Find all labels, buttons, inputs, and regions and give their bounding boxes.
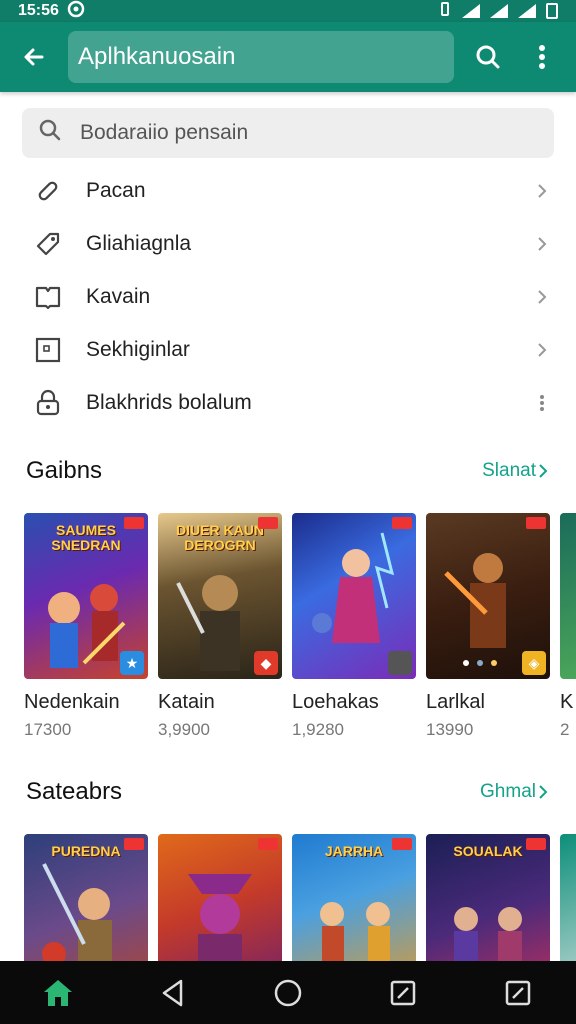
star-icon: ★ (120, 651, 144, 675)
game-count: 13990 (426, 720, 474, 739)
games-see-all-label: Slanat (482, 460, 536, 481)
menu-item-pacan[interactable]: Pacan (0, 164, 576, 217)
games-section-header: Gaibns Slanat (0, 457, 576, 485)
game-name: Katain (158, 691, 215, 713)
game-thumbnail (292, 513, 416, 679)
stars-section-header: Sateabrs Ghmal (0, 778, 576, 806)
stars-section-title: Sateabrs (26, 778, 123, 805)
lock-icon (34, 389, 62, 417)
game-thumbnail: ◈ (426, 513, 550, 679)
signal-2-icon (518, 4, 536, 18)
menu-item-label: Kavain (86, 284, 151, 308)
system-nav-bar (0, 961, 576, 1024)
game-card[interactable]: Loehakas 1,9280 (292, 513, 416, 740)
menu-item-gliahiagnla[interactable]: Gliahiagnla (0, 217, 576, 270)
chevron-right-icon (539, 785, 548, 799)
square-icon (388, 651, 412, 675)
menu-item-label: Blakhrids bolalum (86, 390, 252, 414)
back-arrow-icon[interactable] (14, 37, 54, 77)
home-icon[interactable] (28, 968, 88, 1018)
wifi-icon (462, 4, 480, 18)
game-thumbnail: SAUMES SNEDRAN ★ (24, 513, 148, 679)
trophy-icon: ◈ (522, 651, 546, 675)
vibrate-icon (438, 1, 452, 22)
game-card[interactable]: DIUER KAUN DEROGRN ◆ Katain 3,9900 (158, 513, 282, 740)
game-name: Nedenkain (24, 691, 120, 713)
menu-item-kavain[interactable]: Kavain (0, 270, 576, 323)
search-placeholder: Bodaraiio pensain (80, 121, 249, 144)
menu-item-sekhiginlar[interactable]: Sekhiginlar (0, 323, 576, 376)
stars-see-all-link[interactable]: Ghmal (480, 781, 548, 803)
more-vert-icon[interactable] (522, 37, 562, 77)
signal-icon (490, 4, 508, 18)
status-time: 15:56 (18, 2, 59, 19)
menu-list: Pacan Gliahiagnla Kavain Sekhiginlar Bla… (0, 164, 576, 429)
tag-icon (34, 230, 62, 258)
image-icon (34, 336, 62, 364)
game-thumbnail: DIUER KAUN DEROGRN ◆ (158, 513, 282, 679)
search-field-icon (38, 118, 62, 148)
chevron-right-icon (532, 342, 552, 358)
chevron-right-icon (532, 289, 552, 305)
stars-see-all-label: Ghmal (480, 781, 536, 802)
chevron-right-icon (532, 236, 552, 252)
edit-square-icon[interactable] (488, 968, 548, 1018)
flag-icon: ◆ (254, 651, 278, 675)
status-bar: 15:56 (0, 0, 576, 22)
book-icon (34, 283, 62, 311)
search-icon[interactable] (468, 37, 508, 77)
chevron-right-icon (532, 183, 552, 199)
more-dots-icon[interactable] (532, 394, 552, 412)
link-icon (34, 177, 62, 205)
game-card[interactable]: ◈ Larlkal 13990 (426, 513, 550, 740)
menu-item-blakhrids-bolalum[interactable]: Blakhrids bolalum (0, 376, 576, 429)
games-section-title: Gaibns (26, 457, 103, 484)
battery-icon (546, 3, 558, 19)
notification-icon (67, 0, 85, 23)
game-count: 3,9900 (158, 720, 210, 739)
back-triangle-icon[interactable] (143, 968, 203, 1018)
app-title[interactable]: Aplhkanuosain (68, 31, 454, 83)
home-circle-icon[interactable] (258, 968, 318, 1018)
recents-icon[interactable] (373, 968, 433, 1018)
search-field[interactable]: Bodaraiio pensain (22, 108, 554, 158)
game-name: Larlkal (426, 691, 485, 713)
game-name: Loehakas (292, 691, 379, 713)
game-count: 1,9280 (292, 720, 344, 739)
app-root: 15:56 Aplhkanuosain Bodaraiio pensain Pa… (0, 0, 576, 1024)
games-carousel: SAUMES SNEDRAN ★ Nedenkain 17300 DIUER K… (0, 513, 576, 740)
menu-item-label: Sekhiginlar (86, 337, 190, 361)
menu-item-label: Gliahiagnla (86, 231, 192, 255)
menu-item-label: Pacan (86, 178, 146, 202)
game-card[interactable]: K 2 (560, 513, 576, 740)
game-count: 2 (560, 720, 570, 739)
game-count: 17300 (24, 720, 72, 739)
games-see-all-link[interactable]: Slanat (482, 460, 548, 482)
app-bar: Aplhkanuosain (0, 22, 576, 92)
game-thumbnail (560, 513, 576, 679)
game-card[interactable]: SAUMES SNEDRAN ★ Nedenkain 17300 (24, 513, 148, 740)
chevron-right-icon (539, 464, 548, 478)
game-name: K (560, 691, 574, 713)
